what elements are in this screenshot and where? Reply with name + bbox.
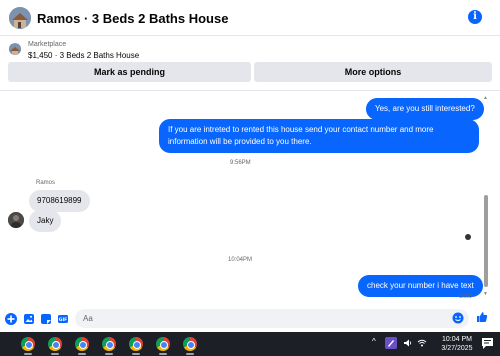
message-input-placeholder: Aa	[83, 314, 93, 323]
taskbar-chrome-icon[interactable]	[153, 335, 173, 355]
add-icon[interactable]	[5, 313, 17, 325]
clock-time: 10:04 PM	[442, 336, 472, 343]
pen-icon[interactable]	[385, 337, 397, 349]
message-input[interactable]: Aa	[75, 309, 469, 328]
speaker-icon[interactable]	[403, 338, 413, 348]
scroll-up-icon[interactable]: ▲	[483, 95, 488, 101]
taskbar-chrome-icon[interactable]	[180, 335, 200, 355]
notification-icon[interactable]	[481, 337, 494, 350]
seen-indicator-icon	[465, 234, 471, 240]
like-icon[interactable]	[476, 311, 488, 323]
sender-avatar[interactable]	[8, 212, 24, 228]
timestamp: 10:04PM	[228, 257, 253, 263]
listing-price-title[interactable]: $1,450 · 3 Beds 2 Baths House	[28, 51, 139, 60]
outgoing-message[interactable]: Yes, are you still interested?	[366, 98, 484, 120]
sender-name: Ramos	[36, 180, 56, 186]
clock-date: 3/27/2025	[441, 345, 473, 352]
taskbar-chrome-icon[interactable]	[45, 335, 65, 355]
conversation-title[interactable]: Ramos · 3 Beds 2 Baths House	[37, 11, 228, 26]
system-clock[interactable]: 10:04 PM 3/27/2025	[435, 335, 479, 353]
taskbar-chrome-icon[interactable]	[99, 335, 119, 355]
taskbar-chrome-icon[interactable]	[72, 335, 92, 355]
marketplace-label: Marketplace	[28, 41, 67, 48]
chat-scrollbar[interactable]: ▲ ▼	[482, 95, 490, 298]
taskbar-chrome-icon[interactable]	[126, 335, 146, 355]
emoji-icon[interactable]	[452, 312, 464, 324]
show-hidden-icons-icon[interactable]: ^	[372, 337, 376, 346]
sent-status: Sent	[459, 294, 472, 300]
scroll-down-icon[interactable]: ▼	[483, 291, 488, 297]
sticker-icon[interactable]	[40, 313, 52, 325]
listing-thumbnail[interactable]	[9, 43, 21, 55]
incoming-message[interactable]: 9708619899	[29, 190, 90, 212]
taskbar-chrome-icon[interactable]	[18, 335, 38, 355]
info-icon[interactable]: i	[468, 10, 482, 24]
mark-as-pending-button[interactable]: Mark as pending	[8, 62, 251, 82]
outgoing-message[interactable]: If you are intreted to rented this house…	[159, 119, 479, 153]
conversation-header: Ramos · 3 Beds 2 Baths House i	[0, 0, 500, 36]
more-options-button[interactable]: More options	[254, 62, 492, 82]
scrollbar-thumb[interactable]	[484, 195, 488, 287]
incoming-message[interactable]: Jaky	[29, 210, 62, 232]
timestamp: 9:56PM	[230, 160, 251, 166]
gif-icon[interactable]: GIF	[57, 313, 69, 325]
wifi-icon[interactable]	[417, 338, 427, 348]
contact-avatar[interactable]	[9, 7, 31, 29]
photo-icon[interactable]	[23, 313, 35, 325]
svg-text:GIF: GIF	[59, 317, 67, 323]
